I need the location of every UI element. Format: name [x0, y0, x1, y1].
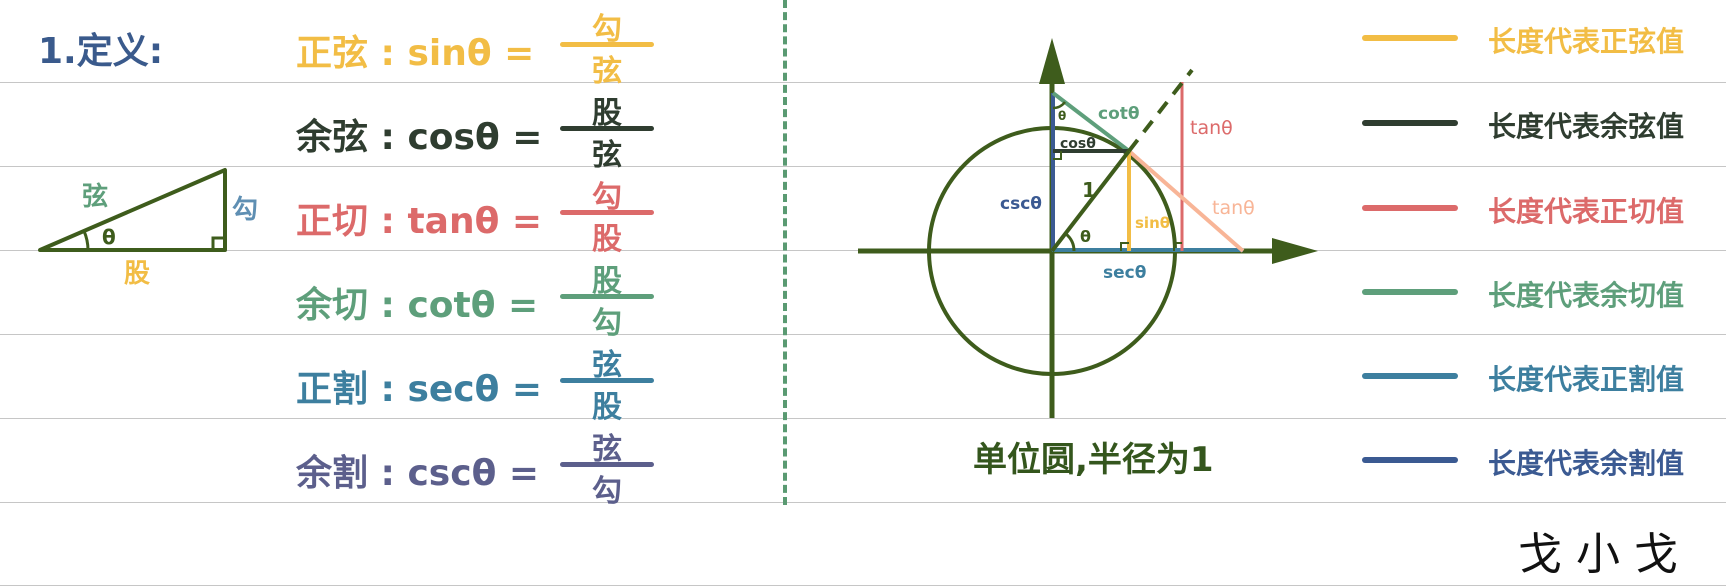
sec-label: secθ	[1103, 263, 1146, 283]
legend-csc: 长度代表余割值	[1360, 440, 1726, 480]
top-angle-label: θ	[1058, 109, 1066, 123]
csc-label: cscθ	[1000, 194, 1042, 214]
legend-swatch	[1362, 35, 1458, 41]
legend-label: 长度代表正切值	[1488, 195, 1685, 228]
legend-cot: 长度代表余切值	[1360, 272, 1726, 312]
x-axis-arrow	[1272, 238, 1318, 264]
cos-label: cosθ	[1060, 136, 1096, 152]
legend-swatch	[1362, 289, 1458, 295]
legend-label: 长度代表余弦值	[1488, 110, 1685, 143]
tan-vertical-label: tanθ	[1190, 117, 1233, 139]
legend-label: 长度代表余切值	[1488, 279, 1685, 312]
radius-label: 1	[1082, 178, 1096, 202]
legend-swatch	[1362, 373, 1458, 379]
legend-sec: 长度代表正割值	[1360, 356, 1726, 396]
legend-label: 长度代表正弦值	[1488, 25, 1685, 58]
center-angle-label: θ	[1080, 227, 1091, 246]
legend-cos: 长度代表余弦值	[1360, 103, 1726, 143]
tan-tangent-label: tanθ	[1212, 197, 1255, 219]
legend-swatch	[1362, 205, 1458, 211]
legend-tan: 长度代表正切值	[1360, 188, 1726, 228]
sin-label: sinθ	[1135, 214, 1170, 232]
author-signature: 戈小戈	[1518, 529, 1692, 580]
legend-label: 长度代表余割值	[1488, 447, 1685, 480]
legend-sin: 长度代表正弦值	[1360, 18, 1726, 58]
y-axis-arrow	[1039, 38, 1065, 84]
legend-swatch	[1362, 457, 1458, 463]
unit-circle-caption: 单位圆,半径为1	[973, 440, 1214, 480]
cot-label: cotθ	[1098, 104, 1140, 124]
legend-swatch	[1362, 120, 1458, 126]
legend-label: 长度代表正割值	[1488, 363, 1685, 396]
